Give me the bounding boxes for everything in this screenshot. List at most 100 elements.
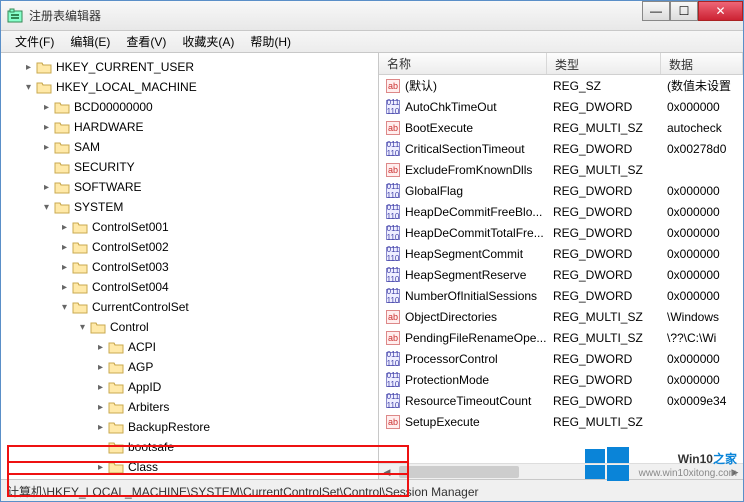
scroll-left-arrow[interactable]: ◀ — [379, 464, 395, 479]
menubar: 文件(F) 编辑(E) 查看(V) 收藏夹(A) 帮助(H) — [1, 31, 743, 53]
value-row[interactable]: abExcludeFromKnownDllsREG_MULTI_SZ — [379, 159, 743, 180]
horizontal-scrollbar[interactable]: ◀ ▶ — [379, 463, 743, 479]
menu-file[interactable]: 文件(F) — [7, 31, 62, 52]
value-row[interactable]: 011110AutoChkTimeOutREG_DWORD0x000000 — [379, 96, 743, 117]
value-row[interactable]: ab SetupExecute REG_MULTI_SZ — [379, 411, 743, 432]
value-row[interactable]: 011110CriticalSectionTimeoutREG_DWORD0x0… — [379, 138, 743, 159]
tree-item[interactable]: ▸BackupRestore — [1, 417, 378, 437]
tree-item[interactable]: ▾HKEY_LOCAL_MACHINE — [1, 77, 378, 97]
scroll-thumb[interactable] — [399, 466, 519, 478]
tree-item[interactable]: ▸BCD00000000 — [1, 97, 378, 117]
value-row[interactable]: ab(默认)REG_SZ(数值未设置 — [379, 75, 743, 96]
collapse-icon[interactable]: ▾ — [59, 302, 70, 313]
window-controls: — ☐ ✕ — [642, 1, 743, 21]
value-name: ExcludeFromKnownDlls — [405, 163, 532, 177]
value-row[interactable]: 011110GlobalFlagREG_DWORD0x000000 — [379, 180, 743, 201]
tree-item[interactable]: ▸ControlSet003 — [1, 257, 378, 277]
tree-item-label: HKEY_CURRENT_USER — [56, 60, 194, 74]
menu-help[interactable]: 帮助(H) — [242, 31, 299, 52]
expand-icon[interactable]: ▸ — [41, 142, 52, 153]
expand-icon[interactable]: ▸ — [95, 362, 106, 373]
tree-item[interactable]: ▸ Arbiters — [1, 397, 378, 417]
value-row[interactable]: abBootExecuteREG_MULTI_SZautocheck — [379, 117, 743, 138]
close-button[interactable]: ✕ — [698, 1, 743, 21]
expand-icon[interactable]: ▸ — [59, 282, 70, 293]
value-type: REG_MULTI_SZ — [547, 415, 661, 429]
col-header-type[interactable]: 类型 — [547, 53, 661, 74]
tree-item[interactable]: ▸Class — [1, 457, 378, 477]
expand-icon[interactable]: ▸ — [95, 402, 106, 413]
value-type: REG_SZ — [547, 79, 661, 93]
expand-icon[interactable]: ▸ — [41, 102, 52, 113]
expand-icon[interactable]: ▸ — [23, 62, 34, 73]
tree-item[interactable]: ▸AppID — [1, 377, 378, 397]
value-row[interactable]: abPendingFileRenameOpe...REG_MULTI_SZ\??… — [379, 327, 743, 348]
tree-item-label: Control — [110, 320, 149, 334]
tree-item[interactable]: ▸ACPI — [1, 337, 378, 357]
value-row[interactable]: 011110HeapDeCommitTotalFre...REG_DWORD0x… — [379, 222, 743, 243]
tree-item[interactable]: bootsafe — [1, 437, 378, 457]
scroll-right-arrow[interactable]: ▶ — [727, 464, 743, 479]
tree-item-label: HARDWARE — [74, 120, 144, 134]
values-pane: 名称 类型 数据 ab(默认)REG_SZ(数值未设置011110AutoChk… — [379, 53, 743, 479]
collapse-icon[interactable]: ▾ — [23, 82, 34, 93]
tree-item[interactable]: ▸ControlSet002 — [1, 237, 378, 257]
tree-item[interactable]: ▸SAM — [1, 137, 378, 157]
expand-icon[interactable]: ▸ — [59, 242, 70, 253]
tree-item[interactable]: ▸ HKEY_CURRENT_USER — [1, 57, 378, 77]
titlebar[interactable]: 注册表编辑器 — ☐ ✕ — [1, 1, 743, 31]
value-name: BootExecute — [405, 121, 473, 135]
minimize-button[interactable]: — — [642, 1, 670, 21]
tree-item[interactable]: SECURITY — [1, 157, 378, 177]
string-value-icon: ab — [385, 78, 401, 94]
value-data: \Windows — [661, 310, 743, 324]
value-data: 0x000000 — [661, 205, 743, 219]
expand-icon[interactable]: ▸ — [41, 182, 52, 193]
tree-item[interactable]: ▸ControlSet001 — [1, 217, 378, 237]
folder-icon — [54, 120, 70, 134]
value-row[interactable]: 011110HeapSegmentCommitREG_DWORD0x000000 — [379, 243, 743, 264]
col-header-name[interactable]: 名称 — [379, 53, 547, 74]
folder-icon — [108, 440, 124, 454]
tree-item[interactable]: ▸ AGP — [1, 357, 378, 377]
expand-icon[interactable]: ▸ — [59, 222, 70, 233]
value-data: 0x0009e34 — [661, 394, 743, 408]
tree-item[interactable]: ▾ Control — [1, 317, 378, 337]
expand-icon[interactable]: ▸ — [95, 382, 106, 393]
expand-icon[interactable]: ▸ — [41, 122, 52, 133]
expand-icon[interactable]: ▸ — [95, 422, 106, 433]
value-row[interactable]: 011110ProcessorControlREG_DWORD0x000000 — [379, 348, 743, 369]
binary-value-icon: 011110 — [385, 267, 401, 283]
tree-item[interactable]: ▾SYSTEM — [1, 197, 378, 217]
expand-icon[interactable]: ▸ — [95, 342, 106, 353]
maximize-button[interactable]: ☐ — [670, 1, 698, 21]
value-row[interactable]: abObjectDirectoriesREG_MULTI_SZ\Windows — [379, 306, 743, 327]
value-row[interactable]: 011110HeapSegmentReserveREG_DWORD0x00000… — [379, 264, 743, 285]
expand-icon[interactable]: ▸ — [59, 262, 70, 273]
tree-item[interactable]: ▸SOFTWARE — [1, 177, 378, 197]
menu-edit[interactable]: 编辑(E) — [62, 31, 118, 52]
col-header-data[interactable]: 数据 — [661, 53, 743, 74]
string-value-icon: ab — [385, 414, 401, 430]
tree-item-label: Arbiters — [128, 400, 169, 414]
collapse-icon[interactable]: ▾ — [77, 322, 88, 333]
folder-icon — [54, 140, 70, 154]
folder-icon — [108, 380, 124, 394]
binary-value-icon: 011110 — [385, 288, 401, 304]
tree-pane[interactable]: ▸ HKEY_CURRENT_USER ▾HKEY_LOCAL_MACHINE▸BC… — [1, 53, 379, 479]
value-row[interactable]: 011110HeapDeCommitFreeBlo...REG_DWORD0x0… — [379, 201, 743, 222]
expand-icon[interactable]: ▸ — [95, 462, 106, 473]
value-row[interactable]: 011110ProtectionModeREG_DWORD0x000000 — [379, 369, 743, 390]
tree-item[interactable]: ▸ HARDWARE — [1, 117, 378, 137]
collapse-icon[interactable]: ▾ — [41, 202, 52, 213]
list-body[interactable]: ab(默认)REG_SZ(数值未设置011110AutoChkTimeOutRE… — [379, 75, 743, 463]
value-row[interactable]: 011110ResourceTimeoutCountREG_DWORD0x000… — [379, 390, 743, 411]
value-name: SetupExecute — [405, 415, 480, 429]
tree-item[interactable]: ▸ControlSet004 — [1, 277, 378, 297]
tree-item-label: AGP — [128, 360, 153, 374]
folder-icon — [108, 360, 124, 374]
tree-item[interactable]: ▾CurrentControlSet — [1, 297, 378, 317]
value-row[interactable]: 011110NumberOfInitialSessionsREG_DWORD0x… — [379, 285, 743, 306]
menu-view[interactable]: 查看(V) — [118, 31, 174, 52]
menu-favorites[interactable]: 收藏夹(A) — [174, 31, 242, 52]
